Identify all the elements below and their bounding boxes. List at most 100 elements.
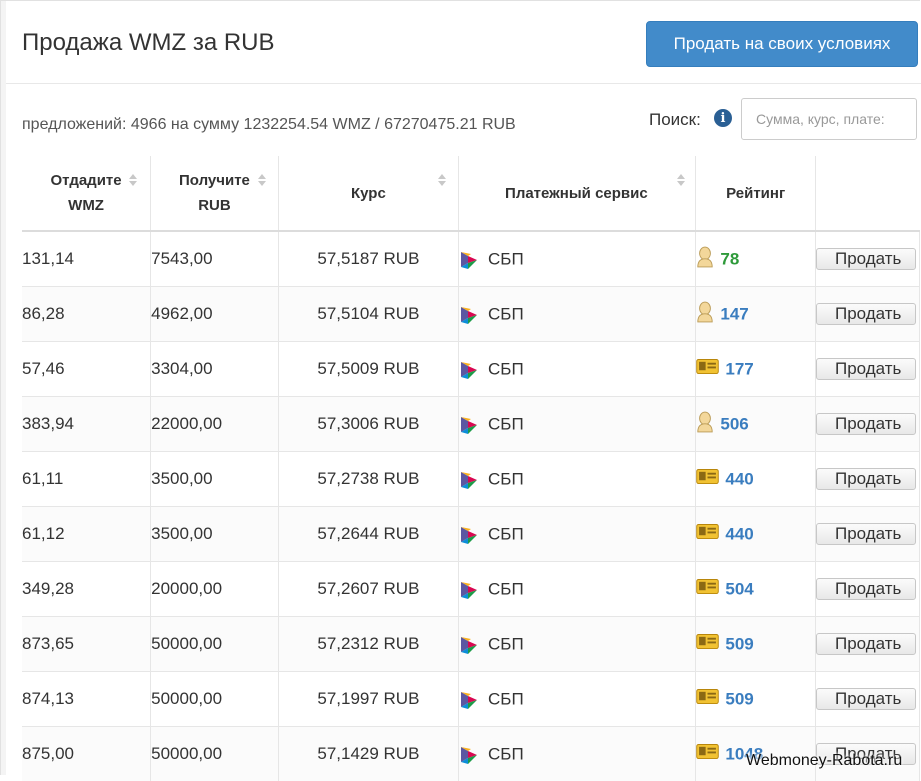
table-row: 873,6550000,0057,2312 RUBСБП509Продать <box>22 617 920 672</box>
give-amount-cell: 875,00 <box>22 727 151 781</box>
sell-row-button[interactable]: Продать <box>816 248 916 270</box>
sell-row-button[interactable]: Продать <box>816 468 916 490</box>
column-header-give[interactable]: Отдадите WMZ <box>22 156 151 231</box>
get-amount-cell: 50000,00 <box>151 672 279 727</box>
sell-row-button[interactable]: Продать <box>816 303 916 325</box>
sell-row-button[interactable]: Продать <box>816 633 916 655</box>
give-amount: 383,94 <box>22 414 74 433</box>
rate-link[interactable]: 57,2738 RUB <box>317 469 419 488</box>
rate-link[interactable]: 57,2644 RUB <box>317 524 419 543</box>
sbp-logo-icon <box>459 250 479 270</box>
rating-cell: 509 <box>696 617 816 672</box>
watermark: Webmoney-Rabota.ru <box>746 752 902 770</box>
rating-cell: 440 <box>696 507 816 562</box>
give-amount: 131,14 <box>22 249 74 268</box>
rating-value[interactable]: 440 <box>725 469 753 488</box>
get-amount-cell: 4962,00 <box>151 287 279 342</box>
sell-row-button[interactable]: Продать <box>816 578 916 600</box>
get-amount: 7543,00 <box>151 249 212 268</box>
payment-cell: СБП <box>459 452 696 507</box>
sort-icon[interactable] <box>258 174 267 187</box>
payment-cell: СБП <box>459 617 696 672</box>
get-amount-cell: 3500,00 <box>151 452 279 507</box>
id-card-icon <box>696 359 719 379</box>
sbp-logo-icon <box>459 580 479 600</box>
id-card-icon <box>696 579 719 599</box>
get-amount: 3500,00 <box>151 524 212 543</box>
rate-link[interactable]: 57,3006 RUB <box>317 414 419 433</box>
payment-service: СБП <box>488 579 524 598</box>
rating-cell: 147 <box>696 287 816 342</box>
rate-link[interactable]: 57,5187 RUB <box>317 249 419 268</box>
rate-link[interactable]: 57,2607 RUB <box>317 579 419 598</box>
rating-value[interactable]: 504 <box>725 579 753 598</box>
get-amount-cell: 3500,00 <box>151 507 279 562</box>
rate-link[interactable]: 57,5104 RUB <box>317 304 419 323</box>
give-amount-cell: 874,13 <box>22 672 151 727</box>
sbp-logo-icon <box>459 745 479 765</box>
table-row: 349,28 20000,00 57,2607 RUB СБП 504 Продать <box>22 562 920 617</box>
get-amount: 50000,00 <box>151 689 222 708</box>
rate-cell: 57,2312 RUB <box>278 617 458 672</box>
sell-row-button[interactable]: Продать <box>816 688 916 710</box>
rating-value[interactable]: 78 <box>720 249 739 268</box>
get-amount: 3500,00 <box>151 469 212 488</box>
sort-icon[interactable] <box>438 174 447 187</box>
rating-value[interactable]: 509 <box>725 689 753 708</box>
payment-service: СБП <box>488 359 524 378</box>
sell-on-own-terms-button[interactable]: Продать на своих условиях <box>646 21 918 67</box>
rating-value[interactable]: 147 <box>720 304 748 323</box>
header-label: Рейтинг <box>726 185 785 202</box>
action-cell: Продать <box>815 507 919 562</box>
rating-cell: 506 <box>696 397 816 452</box>
rating-value[interactable]: 509 <box>725 634 753 653</box>
sell-row-button[interactable]: Продать <box>816 523 916 545</box>
rate-link[interactable]: 57,5009 RUB <box>317 359 419 378</box>
action-cell: Продать <box>815 452 919 507</box>
column-header-get[interactable]: Получите RUB <box>151 156 279 231</box>
give-amount: 86,28 <box>22 304 65 323</box>
give-amount-cell: 61,11 <box>22 452 151 507</box>
get-amount: 3304,00 <box>151 359 212 378</box>
rating-value[interactable]: 177 <box>725 359 753 378</box>
sbp-logo-icon <box>459 525 479 545</box>
page-title: Продажа WMZ за RUB <box>22 29 275 57</box>
get-amount-cell: 50000,00 <box>151 727 279 781</box>
rate-link[interactable]: 57,1997 RUB <box>317 689 419 708</box>
payment-service: СБП <box>488 524 524 543</box>
get-amount-cell: 50000,00 <box>151 617 279 672</box>
sell-row-button[interactable]: Продать <box>816 358 916 380</box>
id-card-icon <box>696 744 719 764</box>
give-amount: 349,28 <box>22 579 74 598</box>
rate-cell: 57,2738 RUB <box>278 452 458 507</box>
sort-icon[interactable] <box>677 174 686 187</box>
give-amount-cell: 57,46 <box>22 342 151 397</box>
rate-cell: 57,3006 RUB <box>278 397 458 452</box>
sell-row-button[interactable]: Продать <box>816 413 916 435</box>
payment-cell: СБП <box>459 507 696 562</box>
give-amount-cell: 383,94 <box>22 397 151 452</box>
column-header-rate[interactable]: Курс <box>278 156 458 231</box>
rate-link[interactable]: 57,2312 RUB <box>317 634 419 653</box>
payment-service: СБП <box>488 414 524 433</box>
header-divider <box>6 83 921 84</box>
give-amount-cell: 86,28 <box>22 287 151 342</box>
column-header-rating[interactable]: Рейтинг <box>696 156 816 231</box>
payment-cell: СБП <box>459 672 696 727</box>
rate-cell: 57,2607 RUB <box>278 562 458 617</box>
action-cell: Продать <box>815 617 919 672</box>
give-amount: 874,13 <box>22 689 74 708</box>
info-icon[interactable]: i <box>714 109 732 127</box>
page-frame: Продажа WMZ за RUB Продать на своих усло… <box>0 0 920 775</box>
column-header-payment[interactable]: Платежный сервис <box>459 156 696 231</box>
search-input[interactable] <box>741 98 917 140</box>
payment-service: СБП <box>488 689 524 708</box>
rating-cell: 78 <box>696 231 816 287</box>
get-amount: 4962,00 <box>151 304 212 323</box>
get-amount: 22000,00 <box>151 414 222 433</box>
sort-icon[interactable] <box>129 174 138 187</box>
rating-value[interactable]: 506 <box>720 414 748 433</box>
rate-link[interactable]: 57,1429 RUB <box>317 744 419 763</box>
rating-value[interactable]: 440 <box>725 524 753 543</box>
get-amount: 20000,00 <box>151 579 222 598</box>
